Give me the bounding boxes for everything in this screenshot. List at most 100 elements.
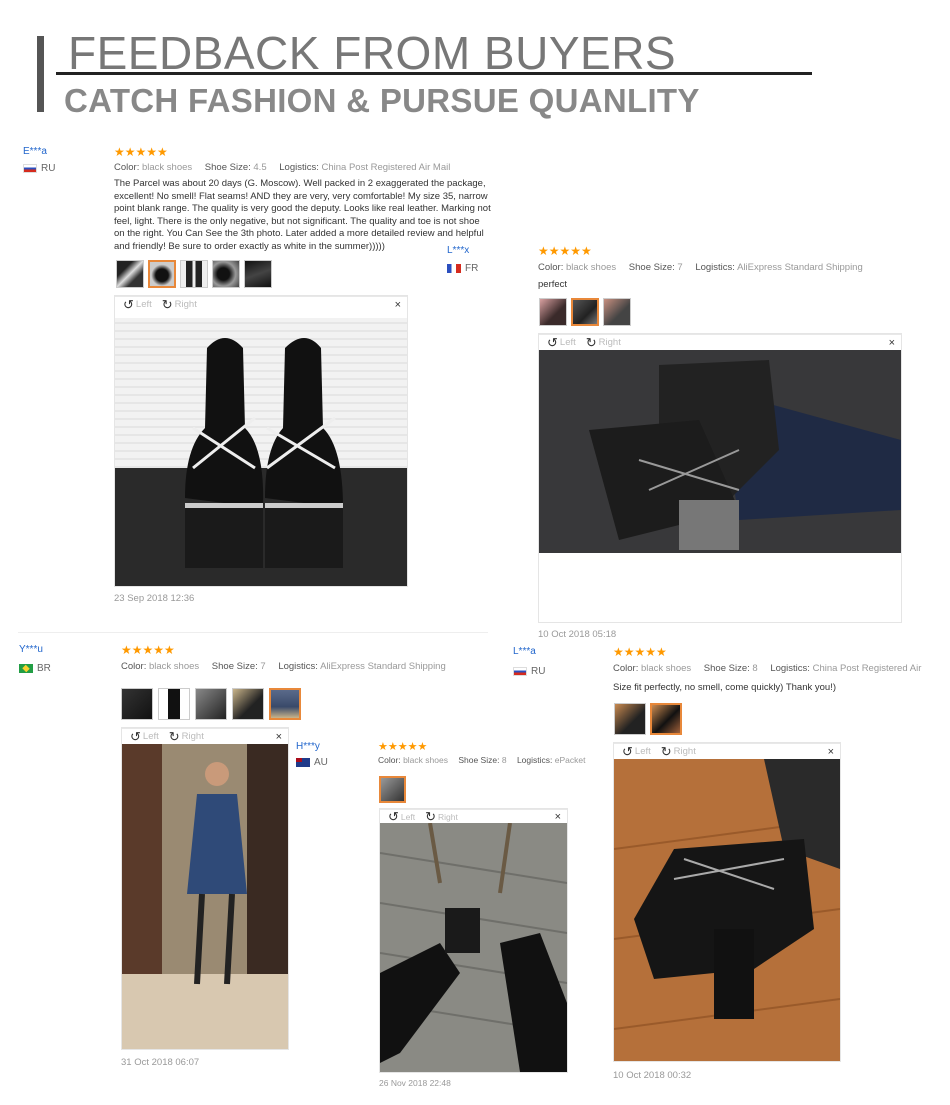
review-thumbnails: [539, 298, 631, 326]
review-photo[interactable]: [614, 759, 840, 1061]
country-code: RU: [41, 163, 56, 174]
flag-ru-icon: [23, 164, 37, 173]
rotate-right-icon: ↻: [660, 744, 672, 759]
flag-au-icon: [296, 758, 310, 767]
review-thumbnail[interactable]: [603, 298, 631, 326]
review-photo[interactable]: [380, 823, 567, 1072]
rating-stars: ★★★★★: [114, 145, 168, 159]
review-date: 10 Oct 2018 00:32: [613, 1070, 692, 1081]
country-code: RU: [531, 666, 546, 677]
rotate-left-icon: ↺: [622, 744, 633, 759]
country-code: FR: [465, 263, 479, 274]
close-icon[interactable]: ×: [395, 299, 401, 311]
close-icon[interactable]: ×: [889, 337, 895, 349]
photo-toolbar: ↺ Left ↻ Right ×: [115, 296, 407, 312]
rotate-left-button[interactable]: ↺ Left: [547, 336, 576, 349]
close-icon[interactable]: ×: [828, 746, 834, 758]
reviewer-country: FR: [447, 263, 478, 274]
review-thumbnail[interactable]: [614, 703, 646, 735]
review-text: perfect: [538, 279, 568, 290]
review-thumbnail[interactable]: [116, 260, 144, 288]
reviewer-name[interactable]: H***y: [296, 741, 320, 752]
rating-stars: ★★★★★: [613, 645, 667, 659]
review-thumbnail[interactable]: [180, 260, 208, 288]
review-thumbnails: [116, 260, 272, 288]
review-date: 31 Oct 2018 06:07: [121, 1057, 200, 1068]
flag-ru-icon: [513, 667, 527, 676]
photo-viewer: ↺ Left ↻ Right ×: [538, 333, 902, 623]
heels-photo-illustration: [539, 350, 901, 553]
reviewer-name[interactable]: L***x: [447, 245, 469, 256]
review-thumbnail[interactable]: [158, 688, 190, 720]
wood-floor-photo-illustration: [614, 759, 840, 1061]
review-thumbnail[interactable]: [269, 688, 301, 720]
review-thumbnail[interactable]: [121, 688, 153, 720]
reviewer-name[interactable]: E***a: [23, 146, 47, 157]
review-photo[interactable]: [539, 350, 901, 553]
shoes-photo-illustration: [115, 338, 407, 586]
rotate-left-icon: ↺: [547, 335, 558, 350]
photo-viewer: ↺ Left ↻ Right ×: [379, 808, 568, 1073]
section-divider: [18, 632, 488, 633]
review-date: 26 Nov 2018 22:48: [379, 1078, 451, 1088]
customer-photo-illustration: [122, 744, 288, 1049]
pavement-photo-illustration: [380, 823, 567, 1072]
review-meta: Color: black shoes Shoe Size: 7 Logistic…: [538, 262, 863, 273]
rotate-right-icon: ↻: [425, 809, 436, 824]
header-accent-bar: [37, 36, 44, 112]
review-meta: Color: black shoes Shoe Size: 8 Logistic…: [378, 755, 586, 765]
reviewer-country: AU: [296, 757, 328, 768]
rotate-right-icon: ↻: [161, 297, 173, 312]
rotate-left-button[interactable]: ↺ Left: [123, 298, 152, 311]
reviewer-name[interactable]: Y***u: [19, 644, 43, 655]
reviewer-country: BR: [19, 663, 51, 674]
photo-viewer: ↺ Left ↻ Right ×: [613, 742, 841, 1062]
rotate-right-button[interactable]: ↻ Right: [661, 745, 696, 758]
rotate-right-button[interactable]: ↻ Right: [169, 730, 204, 743]
header-underline: [56, 72, 812, 75]
review-thumbnail[interactable]: [232, 688, 264, 720]
reviewer-country: RU: [23, 163, 55, 174]
review-thumbnail[interactable]: [539, 298, 567, 326]
review-thumbnail[interactable]: [195, 688, 227, 720]
review-text: The Parcel was about 20 days (G. Moscow)…: [114, 178, 491, 252]
rotate-right-icon: ↻: [585, 335, 597, 350]
rating-stars: ★★★★★: [378, 741, 428, 753]
reviewer-country: RU: [513, 666, 545, 677]
rotate-left-icon: ↺: [130, 729, 141, 744]
rotate-left-icon: ↺: [123, 297, 134, 312]
rotate-right-button[interactable]: ↻ Right: [586, 336, 621, 349]
review-date: 10 Oct 2018 05:18: [538, 629, 617, 637]
rotate-right-button[interactable]: ↻ Right: [425, 810, 458, 823]
rotate-right-icon: ↻: [168, 729, 180, 744]
review-date: 23 Sep 2018 12:36: [114, 593, 195, 604]
review-thumbnails: [379, 776, 406, 803]
review-thumbnail[interactable]: [212, 260, 240, 288]
close-icon[interactable]: ×: [555, 811, 561, 823]
review-thumbnail[interactable]: [379, 776, 406, 803]
photo-toolbar: ↺ Left ↻ Right ×: [122, 728, 288, 744]
rotate-left-button[interactable]: ↺ Left: [130, 730, 159, 743]
country-code: AU: [314, 757, 328, 768]
rotate-left-icon: ↺: [388, 809, 399, 824]
review-thumbnail[interactable]: [571, 298, 599, 326]
review-thumbnail[interactable]: [650, 703, 682, 735]
country-code: BR: [37, 663, 51, 674]
rating-stars: ★★★★★: [538, 244, 592, 258]
review-thumbnail[interactable]: [148, 260, 176, 288]
photo-toolbar: ↺ Left ↻ Right ×: [539, 334, 901, 350]
page-subtitle: CATCH FASHION & PURSUE QUANLITY: [64, 82, 700, 119]
review-thumbnail[interactable]: [244, 260, 272, 288]
close-icon[interactable]: ×: [276, 731, 282, 743]
rotate-left-button[interactable]: ↺ Left: [388, 810, 415, 823]
photo-viewer: ↺ Left ↻ Right ×: [121, 727, 289, 1050]
rotate-left-button[interactable]: ↺ Left: [622, 745, 651, 758]
photo-viewer: ↺ Left ↻ Right ×: [114, 295, 408, 587]
review-text: Size fit perfectly, no smell, come quick…: [613, 682, 836, 693]
reviewer-name[interactable]: L***a: [513, 646, 536, 657]
rotate-right-button[interactable]: ↻ Right: [162, 298, 197, 311]
rating-stars: ★★★★★: [121, 643, 175, 657]
review-photo[interactable]: [122, 744, 288, 1049]
review-meta: Color: black shoes Shoe Size: 7 Logistic…: [121, 661, 446, 672]
review-photo[interactable]: [115, 318, 407, 586]
